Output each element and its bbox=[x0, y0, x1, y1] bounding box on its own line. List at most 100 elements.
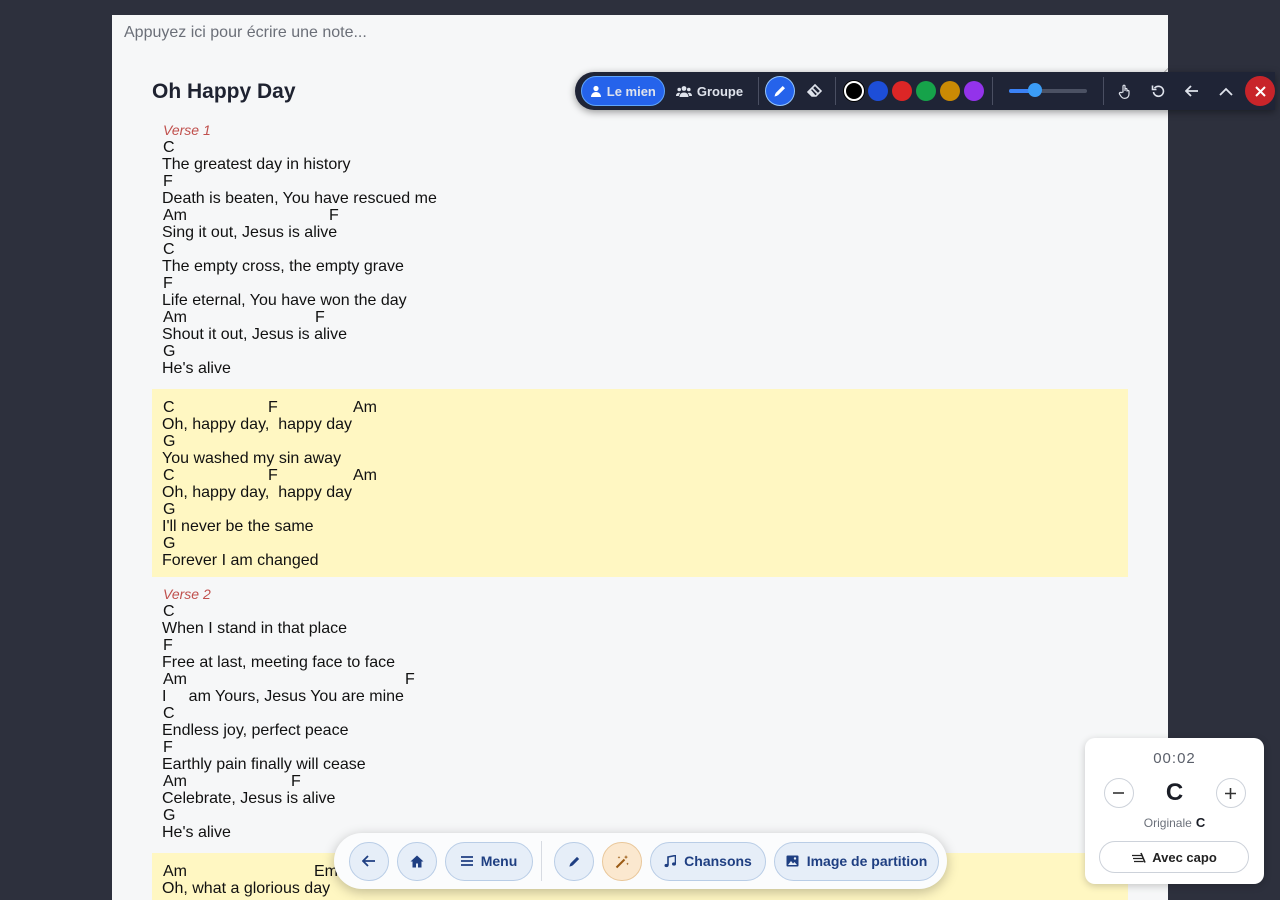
chord[interactable]: F bbox=[163, 173, 173, 190]
capo-icon bbox=[1131, 852, 1146, 863]
original-key-info: Originale C bbox=[1085, 815, 1264, 830]
toolbar-divider bbox=[835, 77, 837, 105]
chord[interactable]: Am bbox=[163, 773, 187, 790]
color-swatch[interactable] bbox=[940, 81, 961, 101]
chord[interactable]: F bbox=[163, 275, 173, 292]
close-icon bbox=[1254, 85, 1266, 97]
stroke-width-slider[interactable] bbox=[1009, 83, 1087, 97]
chord[interactable]: C bbox=[163, 467, 175, 484]
chord-line: Am F bbox=[162, 671, 1118, 688]
original-key: C bbox=[1195, 815, 1206, 830]
sheet-image-button[interactable]: Image de partition bbox=[774, 841, 939, 881]
chord-line: Am F bbox=[162, 207, 1118, 224]
menu-button[interactable]: Menu bbox=[445, 841, 533, 881]
chord[interactable]: C bbox=[163, 705, 175, 722]
transpose-up-button[interactable] bbox=[1215, 778, 1246, 808]
section-label: Verse 2 bbox=[163, 586, 211, 602]
lyric-line: Oh, happy day, happy day bbox=[162, 416, 353, 433]
chord[interactable]: F bbox=[315, 309, 325, 326]
color-swatch[interactable] bbox=[916, 81, 937, 101]
note-input[interactable] bbox=[112, 15, 1168, 73]
menu-label: Menu bbox=[480, 853, 518, 869]
chord[interactable]: G bbox=[163, 535, 175, 552]
chord[interactable]: F bbox=[163, 739, 173, 756]
users-icon bbox=[675, 85, 692, 97]
close-button[interactable] bbox=[1245, 76, 1276, 106]
lyric-line: I am Yours, Jesus You are mine bbox=[162, 688, 404, 705]
edit-button[interactable] bbox=[554, 841, 594, 881]
hand-button[interactable] bbox=[1110, 76, 1140, 106]
original-key-label: Originale bbox=[1143, 816, 1192, 830]
magic-button[interactable] bbox=[602, 841, 642, 881]
transpose-down-button[interactable] bbox=[1103, 778, 1134, 808]
chord-line: G bbox=[162, 433, 1118, 450]
toolbar-divider bbox=[758, 77, 760, 105]
eraser-button[interactable] bbox=[799, 76, 829, 106]
lyric-line: Life eternal, You have won the day bbox=[162, 292, 407, 309]
chord[interactable]: Am bbox=[353, 399, 377, 416]
chevron-up-icon bbox=[1219, 87, 1233, 96]
undo-icon bbox=[1151, 84, 1166, 99]
bottom-navigation: Menu Chansons Image de partition bbox=[334, 833, 947, 889]
capo-label: Avec capo bbox=[1152, 849, 1217, 865]
song-sheet: Oh Happy Day Verse 1CThe greatest day in… bbox=[112, 15, 1168, 900]
lyric-line: You washed my sin away bbox=[162, 450, 342, 467]
color-swatch[interactable] bbox=[844, 81, 865, 101]
mode-mine-label: Le mien bbox=[606, 83, 656, 99]
back-button[interactable] bbox=[1177, 76, 1207, 106]
arrow-left-icon bbox=[362, 855, 376, 867]
chord[interactable]: F bbox=[291, 773, 301, 790]
chord[interactable]: C bbox=[163, 399, 175, 416]
chord-line: G bbox=[162, 343, 1118, 360]
chord[interactable]: G bbox=[163, 343, 175, 360]
lyric-line: Sing it out, Jesus is alive bbox=[162, 224, 338, 241]
chord[interactable]: F bbox=[405, 671, 415, 688]
chord-line: F bbox=[162, 275, 1118, 292]
color-swatch[interactable] bbox=[868, 81, 889, 101]
pencil-icon bbox=[568, 855, 581, 868]
chord[interactable]: G bbox=[163, 501, 175, 518]
drawing-toolbar: Le mien Groupe bbox=[575, 72, 1276, 110]
color-swatch[interactable] bbox=[892, 81, 913, 101]
chorus-section: C F Am Oh, happy day, happy day G You washed … bbox=[152, 389, 1128, 577]
chord[interactable]: G bbox=[163, 433, 175, 450]
image-icon bbox=[786, 855, 799, 867]
songs-button[interactable]: Chansons bbox=[650, 841, 766, 881]
lyric-line: Forever I am changed bbox=[162, 552, 319, 569]
home-button[interactable] bbox=[397, 841, 437, 881]
chord[interactable]: Am bbox=[163, 671, 187, 688]
collapse-button[interactable] bbox=[1211, 76, 1241, 106]
chord[interactable]: F bbox=[268, 467, 278, 484]
undo-button[interactable] bbox=[1144, 76, 1174, 106]
capo-button[interactable]: Avec capo bbox=[1099, 841, 1249, 873]
chord[interactable]: Am bbox=[163, 309, 187, 326]
chord-line: G bbox=[162, 535, 1118, 552]
lyric-line: When I stand in that place bbox=[162, 620, 347, 637]
chord[interactable]: Am bbox=[163, 207, 187, 224]
mode-mine-button[interactable]: Le mien bbox=[581, 76, 665, 106]
chord-line: C bbox=[162, 705, 1118, 722]
pencil-icon bbox=[773, 84, 787, 98]
mode-group-button[interactable]: Groupe bbox=[667, 76, 753, 106]
chord[interactable]: C bbox=[163, 241, 175, 258]
chord[interactable]: F bbox=[163, 637, 173, 654]
chord-line: F bbox=[162, 637, 1118, 654]
pen-button[interactable] bbox=[765, 76, 796, 106]
lyric-line: I'll never be the same bbox=[162, 518, 314, 535]
mode-group-label: Groupe bbox=[696, 83, 744, 99]
chord[interactable]: F bbox=[268, 399, 278, 416]
chord-line: C bbox=[162, 139, 1118, 156]
nav-divider bbox=[541, 841, 542, 881]
color-swatch[interactable] bbox=[964, 81, 985, 101]
chord[interactable]: Am bbox=[353, 467, 377, 484]
back-button[interactable] bbox=[349, 841, 389, 881]
chord[interactable]: Am bbox=[163, 863, 187, 880]
chord[interactable]: G bbox=[163, 807, 175, 824]
slider-handle[interactable] bbox=[1027, 83, 1042, 97]
chord[interactable]: C bbox=[163, 139, 175, 156]
chord[interactable]: C bbox=[163, 603, 175, 620]
chord[interactable]: F bbox=[329, 207, 339, 224]
song-content: Verse 1 C The greatest day in history F Deat… bbox=[152, 122, 1128, 900]
transpose-panel: 00:02 C Originale C Avec capo bbox=[1085, 738, 1264, 884]
eraser-icon bbox=[806, 84, 822, 98]
